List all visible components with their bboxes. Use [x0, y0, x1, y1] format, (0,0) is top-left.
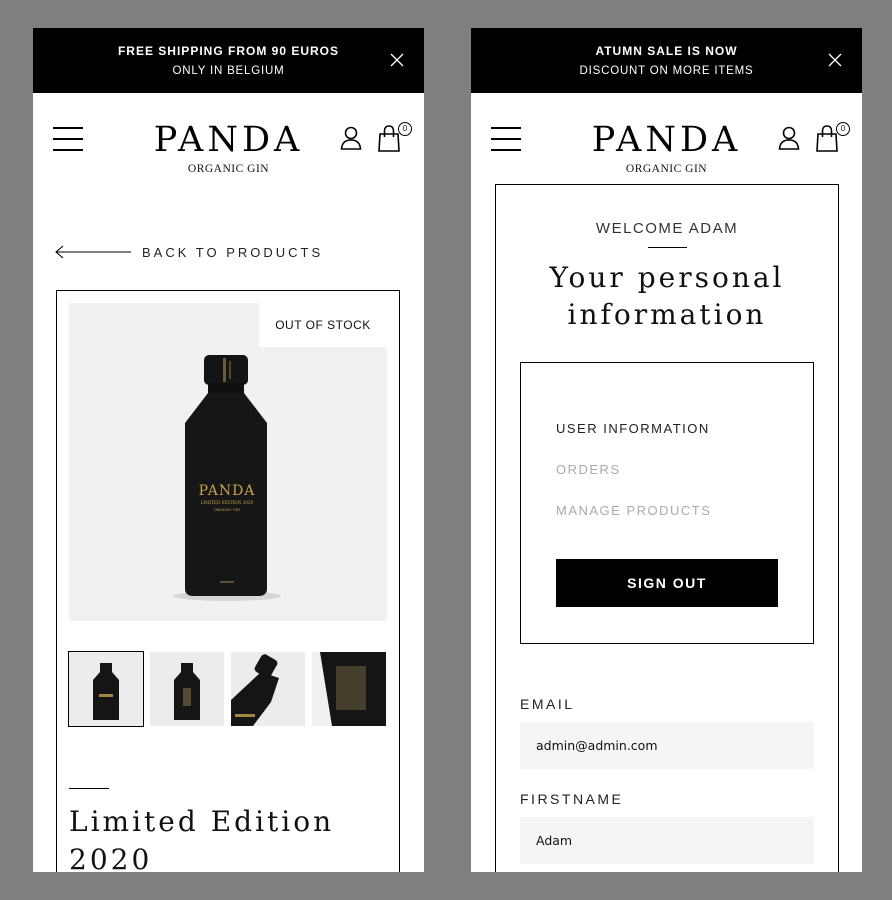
account-menu: USER INFORMATION ORDERS MANAGE PRODUCTS …: [520, 362, 814, 644]
promo-banner: ATUMN SALE IS NOW DISCOUNT ON MORE ITEMS: [471, 28, 862, 93]
site-header: PANDA ORGANIC GIN 0: [33, 93, 424, 183]
page-heading: Your personal information: [549, 261, 785, 331]
banner-line-2: ONLY IN BELGIUM: [172, 65, 285, 77]
email-field[interactable]: [520, 722, 814, 769]
arrow-left-icon: [55, 245, 131, 259]
product-main-image: PANDA LIMITED EDITION 2020 ORGANIC GIN: [69, 303, 387, 621]
out-of-stock-badge: OUT OF STOCK: [259, 303, 387, 347]
logo-wordmark: PANDA: [153, 120, 304, 160]
banner-line-2: DISCOUNT ON MORE ITEMS: [579, 65, 754, 77]
firstname-field[interactable]: [520, 817, 814, 864]
shopping-bag-icon[interactable]: 0: [377, 122, 412, 153]
back-link-label: BACK TO PRODUCTS: [142, 245, 324, 260]
logo-subtitle: ORGANIC GIN: [187, 163, 270, 175]
product-page-screen: FREE SHIPPING FROM 90 EUROS ONLY IN BELG…: [33, 28, 424, 872]
title-divider: [69, 788, 109, 789]
thumbnail-1[interactable]: [68, 651, 144, 727]
welcome-divider: [648, 247, 687, 248]
menu-item-user-information[interactable]: USER INFORMATION: [556, 421, 710, 436]
bottle-type-text: ORGANIC GIN: [214, 508, 240, 512]
cart-count-badge: 0: [398, 122, 412, 136]
logo-subtitle: ORGANIC GIN: [625, 163, 708, 175]
gin-bottle-image: PANDA LIMITED EDITION 2020 ORGANIC GIN: [173, 355, 281, 601]
menu-item-orders[interactable]: ORDERS: [556, 462, 621, 477]
promo-banner: FREE SHIPPING FROM 90 EUROS ONLY IN BELG…: [33, 28, 424, 93]
product-title: Limited Edition 2020: [69, 805, 335, 872]
thumbnail-3[interactable]: [231, 652, 305, 726]
account-page-screen: ATUMN SALE IS NOW DISCOUNT ON MORE ITEMS…: [471, 28, 862, 872]
email-label: EMAIL: [520, 696, 575, 712]
bottle-edition-text: LIMITED EDITION 2020: [201, 500, 254, 505]
banner-line-1: FREE SHIPPING FROM 90 EUROS: [117, 44, 340, 58]
site-header: PANDA ORGANIC GIN 0: [471, 93, 862, 183]
user-icon[interactable]: [340, 126, 362, 150]
close-icon[interactable]: [390, 53, 404, 67]
logo[interactable]: PANDA ORGANIC GIN: [33, 121, 424, 175]
menu-item-manage-products[interactable]: MANAGE PRODUCTS: [556, 503, 711, 518]
firstname-label: FIRSTNAME: [520, 791, 624, 807]
sign-out-button[interactable]: SIGN OUT: [556, 559, 778, 607]
shopping-bag-icon[interactable]: 0: [815, 122, 850, 153]
logo-wordmark: PANDA: [591, 120, 742, 160]
cart-count-badge: 0: [836, 122, 850, 136]
thumbnail-2[interactable]: [150, 652, 224, 726]
user-icon[interactable]: [778, 126, 800, 150]
product-card: PANDA LIMITED EDITION 2020 ORGANIC GIN O…: [56, 290, 400, 872]
bottle-brand-text: PANDA: [199, 483, 256, 499]
logo[interactable]: PANDA ORGANIC GIN: [471, 121, 862, 175]
close-icon[interactable]: [828, 53, 842, 67]
account-panel: WELCOME ADAM Your personal information U…: [495, 184, 839, 872]
banner-line-1: ATUMN SALE IS NOW: [595, 44, 738, 58]
welcome-text: WELCOME ADAM: [595, 220, 739, 237]
thumbnail-4[interactable]: [312, 652, 386, 726]
